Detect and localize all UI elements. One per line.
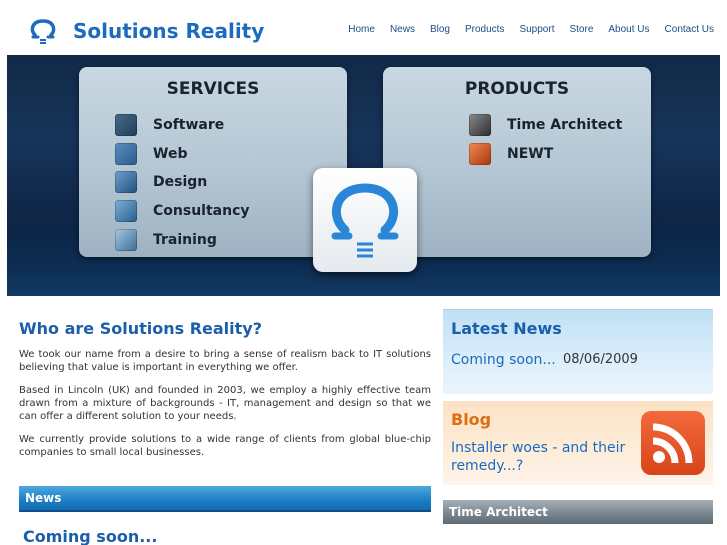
time-architect-icon — [469, 114, 491, 136]
product-label: Time Architect — [507, 117, 623, 133]
nav-store[interactable]: Store — [569, 24, 593, 35]
news-coming-soon: Coming soon... — [23, 527, 158, 545]
service-web[interactable]: Web — [115, 143, 187, 165]
blog-box: Blog Installer woes - and their remedy..… — [443, 401, 713, 485]
nav-products[interactable]: Products — [465, 24, 504, 35]
service-consultancy[interactable]: Consultancy — [115, 200, 250, 222]
latest-news-title: Latest News — [451, 319, 562, 338]
service-label: Web — [153, 146, 188, 162]
nav-support[interactable]: Support — [519, 24, 554, 35]
nav-home[interactable]: Home — [348, 24, 375, 35]
service-label: Software — [153, 117, 225, 133]
nav-blog[interactable]: Blog — [430, 24, 450, 35]
web-icon — [115, 143, 137, 165]
brain-icon — [115, 229, 137, 251]
news-bar-label: News — [25, 491, 62, 505]
blog-title: Blog — [451, 410, 492, 429]
service-training[interactable]: Training — [115, 229, 217, 251]
about-title: Who are Solutions Reality? — [19, 319, 263, 338]
product-newt[interactable]: NEWT — [469, 143, 553, 165]
service-label: Design — [153, 174, 208, 190]
about-paragraph: We currently provide solutions to a wide… — [19, 434, 431, 458]
about-paragraph: Based in Lincoln (UK) and founded in 200… — [19, 385, 431, 422]
site-header: Solutions Reality Home News Blog Product… — [7, 7, 720, 55]
products-title: PRODUCTS — [464, 79, 570, 99]
handshake-icon — [115, 200, 137, 222]
logo-icon — [331, 183, 399, 258]
blog-post-link[interactable]: Installer woes - and their remedy...? — [451, 439, 641, 475]
logo-icon[interactable] — [29, 18, 57, 46]
newt-icon — [469, 143, 491, 165]
nav-about-us[interactable]: About Us — [608, 24, 649, 35]
about-section: Who are Solutions Reality? We took our n… — [19, 319, 431, 469]
services-panel: SERVICES Software Web Design Consultancy… — [79, 67, 347, 257]
latest-news-link[interactable]: Coming soon... — [451, 352, 556, 368]
time-architect-bar[interactable]: Time Architect — [443, 500, 713, 524]
nav-contact-us[interactable]: Contact Us — [665, 24, 714, 35]
page: Solutions Reality Home News Blog Product… — [7, 7, 720, 545]
service-label: Consultancy — [153, 203, 250, 219]
services-title: SERVICES — [166, 79, 260, 99]
products-panel: PRODUCTS Time Architect NEWT — [383, 67, 651, 257]
service-label: Training — [153, 232, 217, 248]
product-label: NEWT — [507, 146, 554, 162]
banner-logo-tile — [313, 168, 417, 272]
service-software[interactable]: Software — [115, 114, 224, 136]
main-nav: Home News Blog Products Support Store Ab… — [333, 24, 714, 35]
product-time-architect[interactable]: Time Architect — [469, 114, 622, 136]
hero-banner: SERVICES Software Web Design Consultancy… — [7, 55, 720, 296]
news-bar[interactable]: News — [19, 486, 431, 512]
time-architect-bar-label: Time Architect — [449, 505, 548, 519]
brand-name[interactable]: Solutions Reality — [73, 19, 264, 43]
floppy-icon — [115, 114, 137, 136]
latest-news-box: Latest News Coming soon... 08/06/2009 — [443, 309, 713, 394]
about-paragraph: We took our name from a desire to bring … — [19, 349, 431, 373]
rss-icon[interactable] — [641, 411, 705, 475]
design-icon — [115, 171, 137, 193]
nav-news[interactable]: News — [390, 24, 415, 35]
service-design[interactable]: Design — [115, 171, 207, 193]
latest-news-date: 08/06/2009 — [563, 352, 638, 367]
